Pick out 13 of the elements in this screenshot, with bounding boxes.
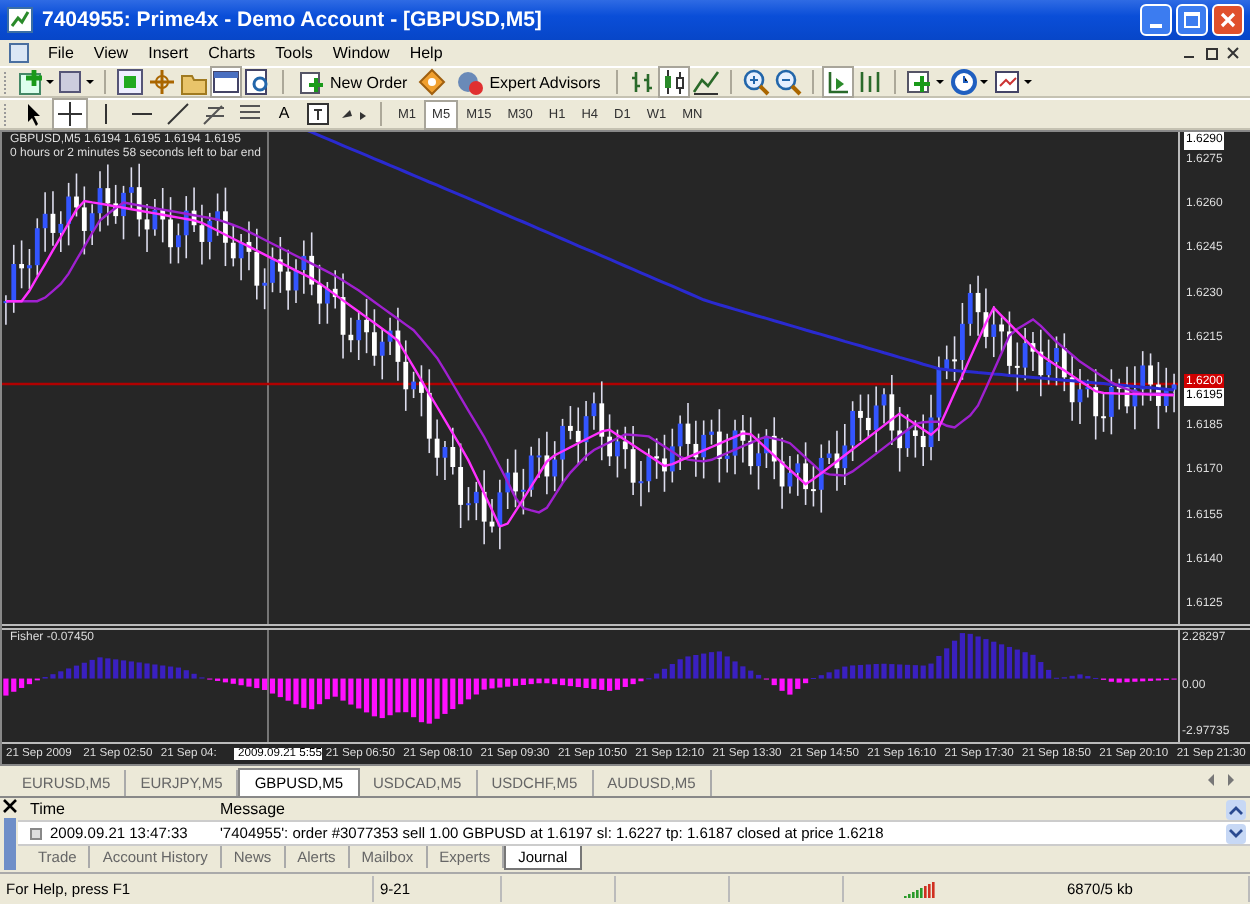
menu-item[interactable]: Window xyxy=(322,44,400,62)
menu-item[interactable]: File xyxy=(38,44,84,62)
window-title: 7404955: Prime4x - Demo Account - [GBPUSD,M5] xyxy=(42,8,542,32)
menu-item[interactable]: Help xyxy=(399,44,453,62)
column-header[interactable]: Time xyxy=(18,800,220,818)
menu-item[interactable]: View xyxy=(83,44,139,62)
menu-item[interactable]: Insert xyxy=(138,44,199,62)
text-tool[interactable]: A xyxy=(270,100,298,128)
new-order-button[interactable]: New Order xyxy=(294,68,414,96)
menu-item[interactable]: Tools xyxy=(265,44,323,62)
column-header[interactable]: Message xyxy=(220,800,1226,818)
menu-item[interactable]: Charts xyxy=(198,44,266,62)
expert-advisors-button[interactable]: Expert Advisors xyxy=(449,68,607,96)
